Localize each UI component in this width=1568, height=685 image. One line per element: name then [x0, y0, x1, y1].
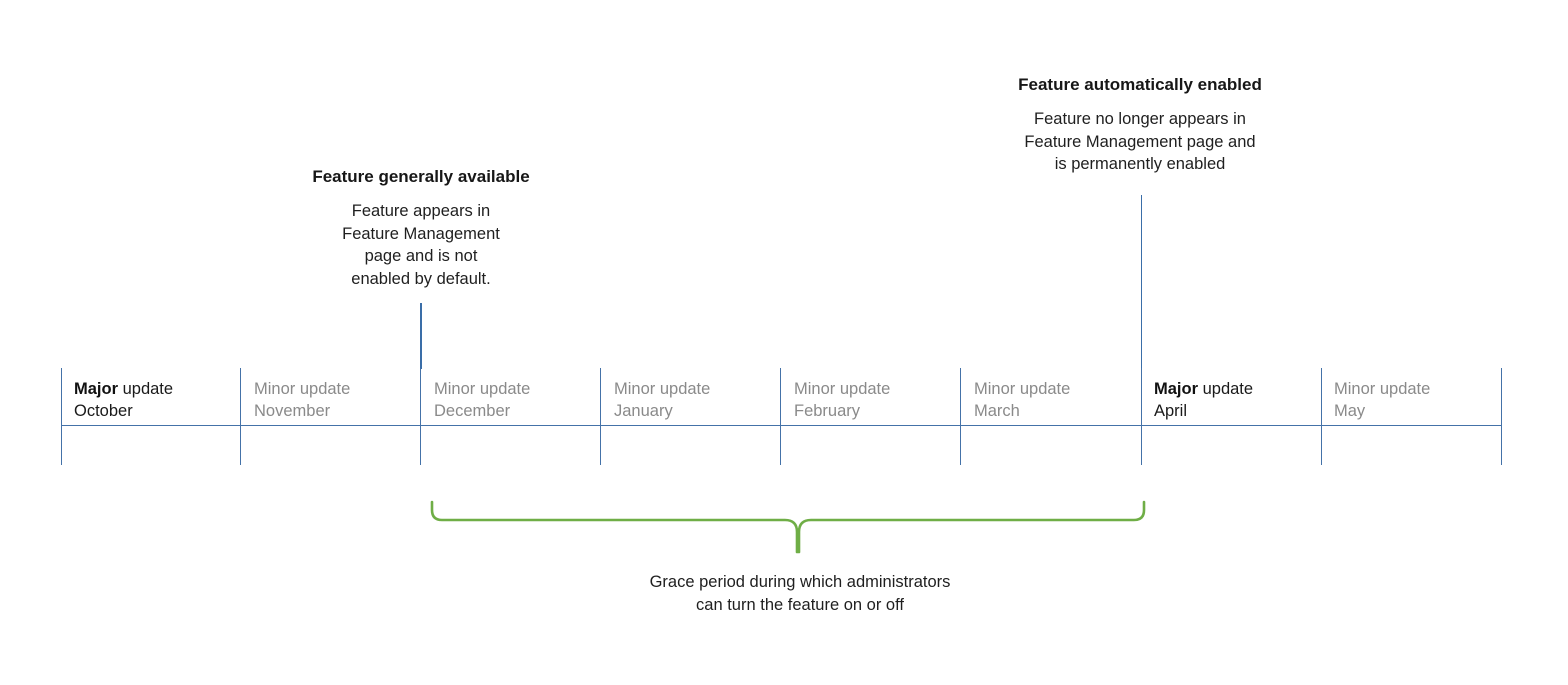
timeline-segment-may: Minor update May	[1334, 378, 1504, 422]
timeline-segment-february: Minor update February	[794, 378, 964, 422]
callout-generally-available-body: Feature appears in Feature Management pa…	[280, 200, 562, 290]
callout-body-line: Feature appears in	[351, 202, 491, 220]
segment-update-type: Minor update	[974, 380, 1071, 398]
segment-month: November	[254, 402, 331, 420]
callout-body-line: Feature Management	[342, 224, 500, 243]
timeline-segment-december: Minor update December	[434, 378, 604, 422]
callout-automatically-enabled-body: Feature no longer appears in Feature Man…	[990, 108, 1290, 176]
timeline-segment-november: Minor update November	[254, 378, 424, 422]
segment-month: March	[974, 402, 1020, 420]
segment-update-type: Minor update	[1334, 380, 1431, 398]
timeline-tick	[61, 368, 63, 465]
segment-update-type: Minor update	[254, 380, 351, 398]
timeline-segment-january: Minor update January	[614, 378, 784, 422]
caption-line: Grace period during which administrators	[649, 573, 951, 591]
timeline-diagram: Feature generally available Feature appe…	[0, 0, 1568, 685]
segment-update-type: Minor update	[794, 380, 891, 398]
callout-body-line: Feature Management page and	[1024, 132, 1256, 151]
segment-update-type: Major update	[1154, 380, 1254, 398]
segment-month: February	[794, 402, 861, 420]
callout-body-line: enabled by default.	[351, 269, 491, 288]
segment-month: December	[434, 402, 511, 420]
callout-body-line: is permanently enabled	[1054, 155, 1226, 173]
segment-update-type: Major update	[74, 380, 174, 398]
leader-line-generally-available	[420, 303, 422, 369]
callout-body-line: Feature no longer appears in	[1034, 110, 1246, 128]
grace-period-caption: Grace period during which administrators…	[600, 571, 1000, 616]
brace-path	[430, 500, 1146, 554]
segment-month: January	[614, 402, 673, 420]
leader-line-automatically-enabled	[1140, 195, 1143, 369]
callout-automatically-enabled: Feature automatically enabled Feature no…	[990, 74, 1290, 176]
segment-update-type: Minor update	[614, 380, 711, 398]
callout-automatically-enabled-title: Feature automatically enabled	[1018, 75, 1262, 94]
segment-month: April	[1154, 402, 1188, 420]
callout-generally-available: Feature generally available Feature appe…	[280, 166, 562, 290]
segment-month: May	[1334, 402, 1366, 420]
timeline-segment-october: Major update October	[74, 378, 244, 422]
grace-period-brace	[430, 500, 1146, 554]
segment-update-type: Minor update	[434, 380, 531, 398]
timeline-segment-march: Minor update March	[974, 378, 1144, 422]
timeline-segment-april: Major update April	[1154, 378, 1324, 422]
callout-body-line: page and is not	[364, 247, 478, 265]
segment-month: October	[74, 402, 133, 420]
caption-line: can turn the feature on or off	[696, 595, 904, 614]
callout-generally-available-title: Feature generally available	[312, 167, 530, 186]
